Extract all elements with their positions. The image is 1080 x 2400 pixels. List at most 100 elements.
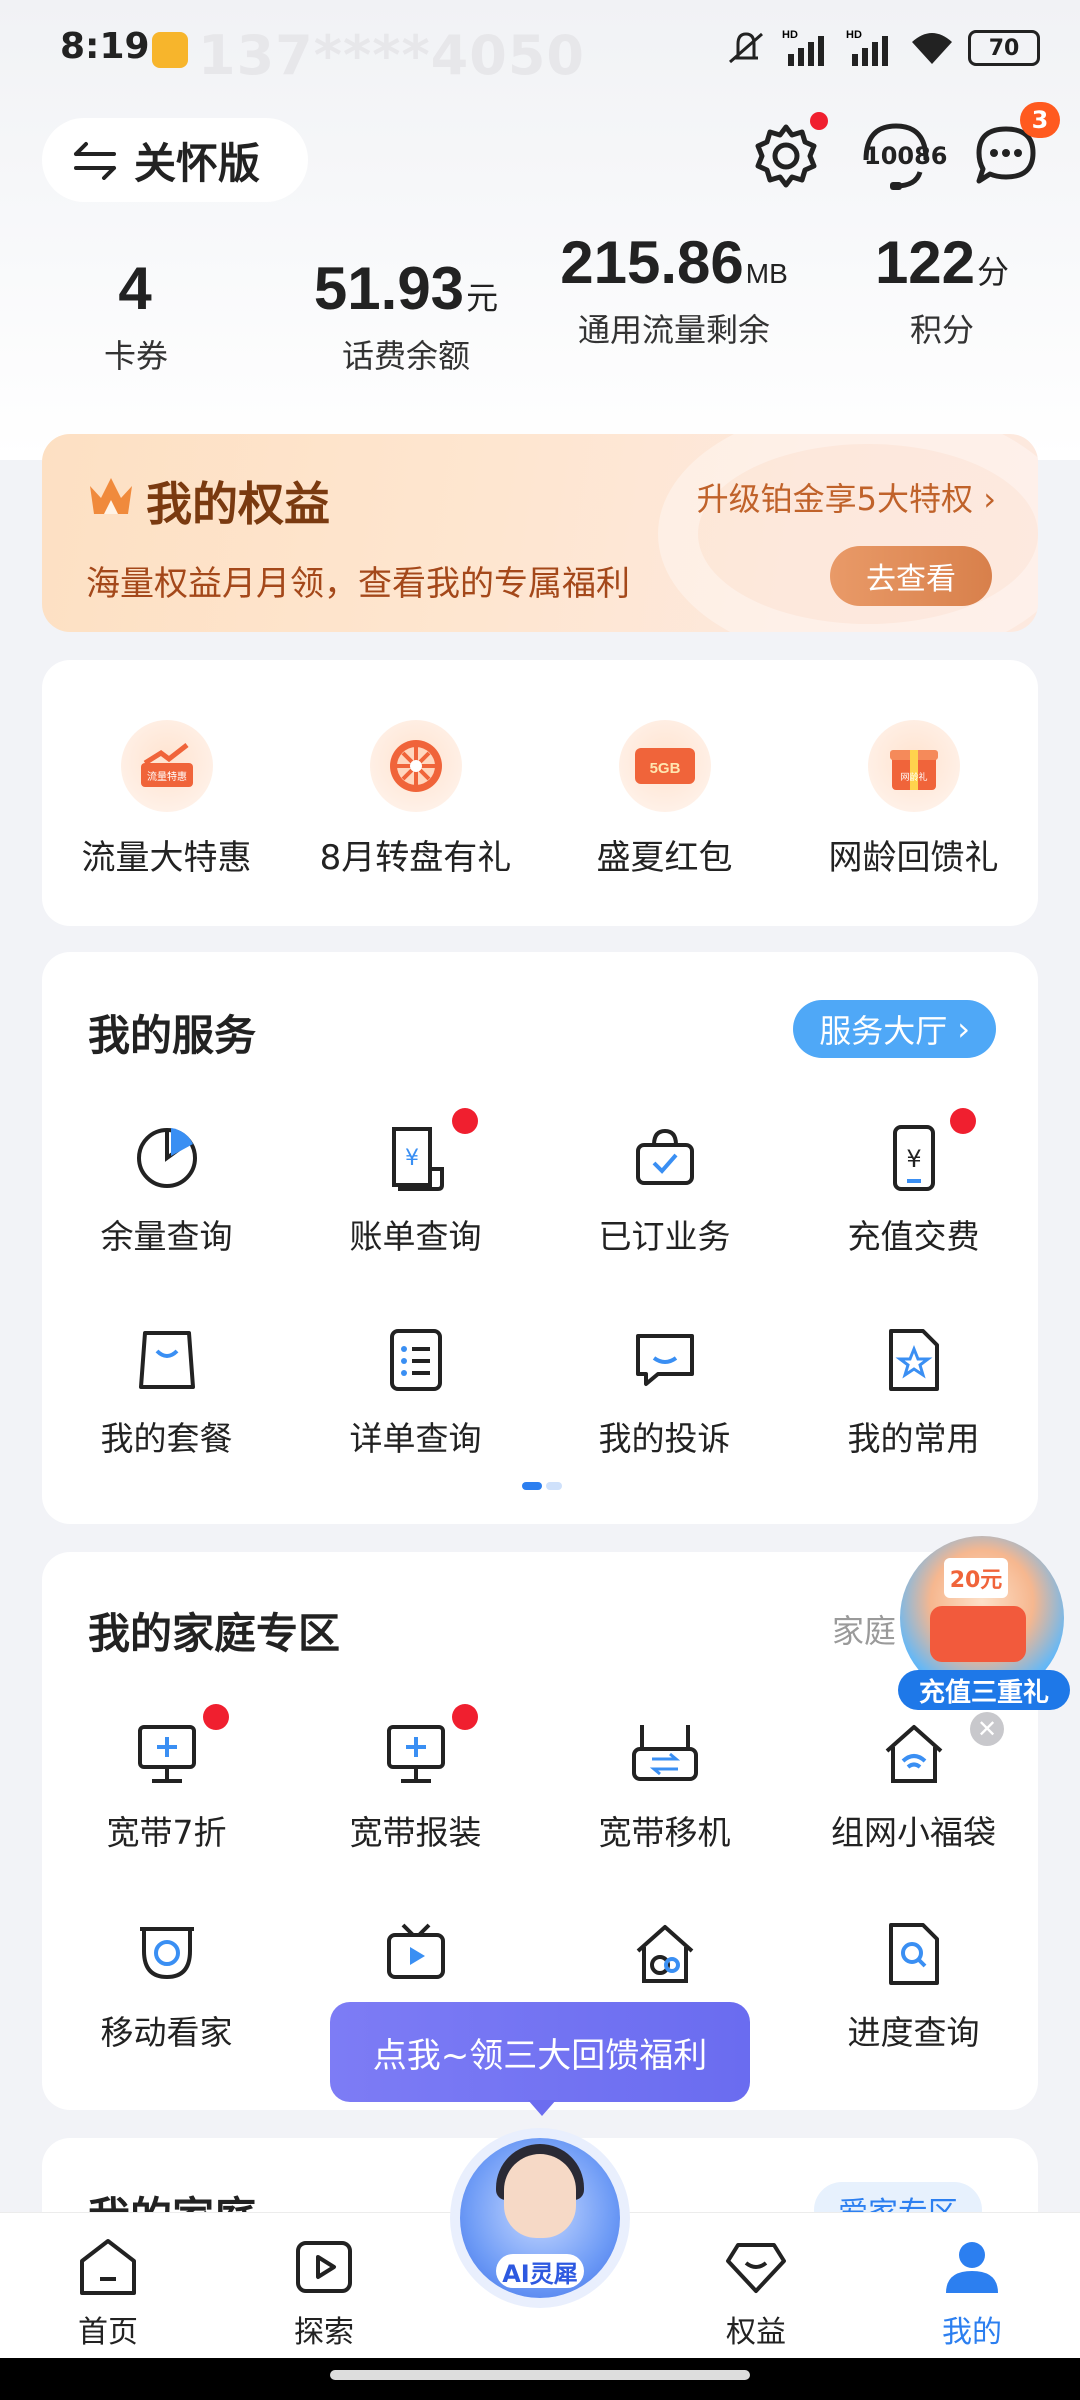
family-zone-link[interactable]: 家庭 <box>832 1606 896 1652</box>
chat-box-icon <box>625 1320 705 1400</box>
svg-text:HD: HD <box>846 29 862 41</box>
rights-title: 我的权益 <box>146 477 330 531</box>
promo-label: 流量大特惠 <box>81 838 252 878</box>
view-rights-button[interactable]: 去查看 <box>830 546 992 606</box>
family-label: 进度查询 <box>847 2013 980 2052</box>
care-mode-button[interactable]: 关怀版 <box>42 118 308 202</box>
notification-dot <box>949 1108 976 1134</box>
my-rights-banner[interactable]: 我的权益 升级铂金享5大特权 › 海量权益月月领，查看我的专属福利 去查看 <box>42 434 1038 632</box>
nav-label: 我的 <box>942 2315 1002 2350</box>
stat-value: 215.86 <box>560 229 744 296</box>
promo-amount: 20元 <box>944 1558 1008 1598</box>
family-item[interactable] <box>291 1914 540 2006</box>
service-item[interactable]: ¥ 账单查询 <box>291 1108 540 1258</box>
diamond-icon <box>726 2243 786 2293</box>
service-label: 我的套餐 <box>100 1419 233 1458</box>
stat-label: 卡券 <box>103 337 168 375</box>
service-label: 已订业务 <box>598 1217 731 1256</box>
svg-text:HD: HD <box>782 29 798 41</box>
header-actions: 10086 3 <box>746 102 1060 196</box>
family-item[interactable]: 进度查询 <box>789 1914 1038 2054</box>
promo-item[interactable]: 流量特惠 流量大特惠 <box>42 720 291 879</box>
stat-unit: 元 <box>466 280 499 316</box>
promo-item[interactable]: 8月转盘有礼 <box>291 720 540 879</box>
nav-label: 首页 <box>78 2315 138 2350</box>
search-doc-icon <box>874 1914 954 1994</box>
messages-button[interactable]: 3 <box>966 102 1060 196</box>
message-count-badge: 3 <box>1020 102 1060 138</box>
close-icon[interactable]: ✕ <box>970 1712 1004 1746</box>
family-item[interactable]: 宽带7折 <box>42 1704 291 1854</box>
promo-item[interactable]: 5GB 盛夏红包 <box>540 720 789 879</box>
service-label: 我的投诉 <box>598 1419 731 1458</box>
stat-label: 话费余额 <box>341 337 470 375</box>
service-hall-button[interactable]: 服务大厅 › <box>793 1000 996 1058</box>
promo-card: 流量特惠 流量大特惠 8月转盘有礼 5GB 盛夏红包 网龄礼 网龄回馈礼 <box>42 660 1038 926</box>
tv-play-icon <box>376 1914 456 1994</box>
service-item[interactable]: 我的套餐 <box>42 1320 291 1460</box>
gift-box-icon: 网龄礼 <box>867 720 960 812</box>
family-label: 宽带报装 <box>349 1813 482 1852</box>
family-item[interactable]: 宽带移机 <box>540 1714 789 1854</box>
service-label: 充值交费 <box>847 1217 980 1256</box>
notification-dot <box>451 1108 478 1134</box>
home-indicator[interactable] <box>330 2370 750 2380</box>
nav-rights[interactable]: 权益 <box>696 2235 816 2351</box>
stat-points[interactable]: 122 分 积分 <box>862 228 1022 351</box>
service-item[interactable]: 已订业务 <box>540 1118 789 1258</box>
services-title: 我的服务 <box>88 1011 257 1060</box>
family-label: 宽带7折 <box>106 1813 227 1852</box>
family-item[interactable]: 移动看家 <box>42 1914 291 2054</box>
status-bar: 8:19 137****4050 HD HD 70 <box>0 0 1080 100</box>
ai-assistant-label: AI灵犀 <box>496 2254 584 2288</box>
account-stats: 4 卡券 51.93 元 话费余额 215.86 MB 通用流量剩余 122 分 积分 <box>0 220 1080 400</box>
promo-item[interactable]: 网龄礼 网龄回馈礼 <box>789 720 1038 879</box>
wifi-icon <box>910 28 954 68</box>
status-time: 8:19 <box>60 26 150 67</box>
stat-unit: 分 <box>977 254 1010 290</box>
ai-assistant-button[interactable]: AI灵犀 <box>460 2138 620 2298</box>
family-item[interactable] <box>540 1914 789 2006</box>
service-item[interactable]: 详单查询 <box>291 1320 540 1460</box>
family-label: 宽带移机 <box>598 1813 731 1852</box>
service-item[interactable]: 余量查询 <box>42 1118 291 1258</box>
nav-mine[interactable]: 我的 <box>912 2235 1032 2351</box>
family-zone-title: 我的家庭专区 <box>88 1609 341 1658</box>
red-packet-icon <box>930 1606 1026 1662</box>
svg-text:¥: ¥ <box>405 1146 419 1171</box>
service-item[interactable]: ¥ 充值交费 <box>789 1108 1038 1258</box>
floating-recharge-promo[interactable]: 20元 充值三重礼 <box>898 1536 1072 1710</box>
nav-explore[interactable]: 探索 <box>264 2235 384 2351</box>
stat-data-remaining[interactable]: 215.86 MB 通用流量剩余 <box>554 228 794 351</box>
avatar <box>504 2154 576 2238</box>
bill-icon: ¥ <box>376 1108 478 1198</box>
stat-coupons[interactable]: 4 卡券 <box>62 254 210 377</box>
nav-label: 权益 <box>726 2315 786 2350</box>
promo-label: 网龄回馈礼 <box>828 838 999 878</box>
pie-chart-icon <box>127 1118 207 1198</box>
router-transfer-icon <box>625 1714 705 1794</box>
status-icons: HD HD 70 <box>724 28 1040 68</box>
rights-subtitle: 海量权益月月领，查看我的专属福利 <box>86 564 630 604</box>
ai-tooltip-bubble[interactable]: 点我~领三大回馈福利 <box>330 2002 750 2116</box>
service-label: 我的常用 <box>847 1419 980 1458</box>
family-item[interactable]: 宽带报装 <box>291 1704 540 1854</box>
monitor-plus-icon <box>376 1704 478 1794</box>
home-icon <box>80 2239 136 2295</box>
hotline-button[interactable]: 10086 <box>856 116 948 196</box>
promo-icon-text: 网龄礼 <box>900 771 927 783</box>
upgrade-platinum-link[interactable]: 升级铂金享5大特权 › <box>697 474 996 520</box>
service-item[interactable]: 我的投诉 <box>540 1320 789 1460</box>
page-indicator <box>522 1482 562 1490</box>
stat-balance[interactable]: 51.93 元 话费余额 <box>300 254 512 377</box>
switch-arrows-icon <box>74 142 116 180</box>
mute-icon <box>724 28 768 68</box>
monitor-plus-icon <box>127 1704 229 1794</box>
nav-label: 探索 <box>294 2315 354 2350</box>
settings-button[interactable] <box>746 112 828 196</box>
stat-value: 4 <box>118 255 152 322</box>
notification-dot <box>202 1704 229 1730</box>
promo-icon-text: 5GB <box>649 760 680 777</box>
nav-home[interactable]: 首页 <box>48 2235 168 2351</box>
service-item[interactable]: 我的常用 <box>789 1320 1038 1460</box>
